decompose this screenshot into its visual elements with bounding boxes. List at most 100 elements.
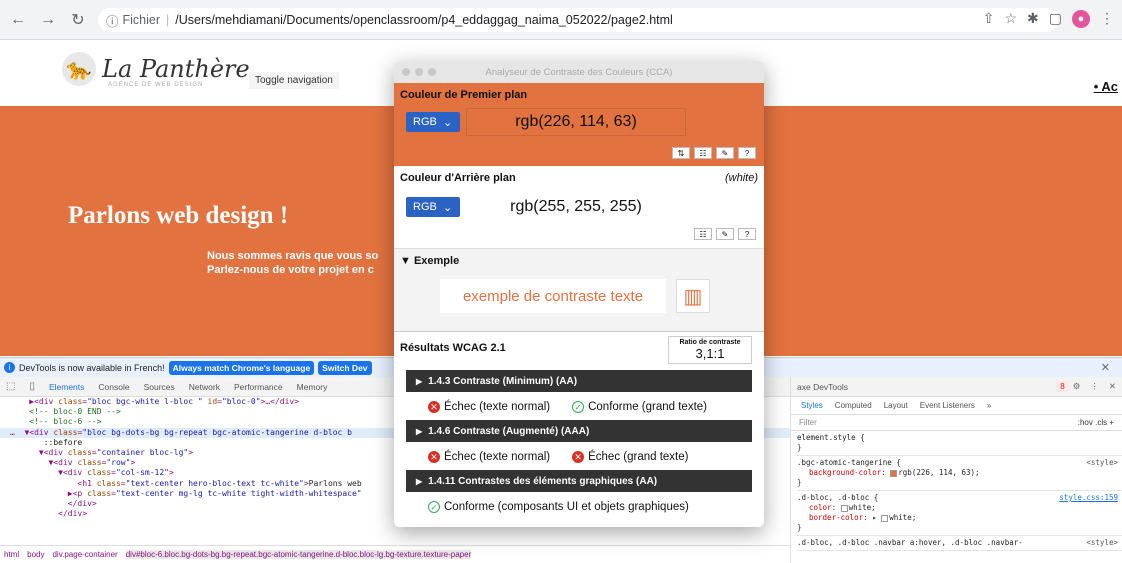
- tab-network[interactable]: Network: [189, 382, 220, 392]
- dom-line[interactable]: </div>: [10, 509, 87, 518]
- rule-close: }: [797, 523, 802, 532]
- eyedropper-icon[interactable]: ✎: [716, 228, 734, 240]
- dom-line[interactable]: ▼<div class="col-sm-12">: [10, 468, 174, 477]
- rule-source[interactable]: <style>: [1086, 458, 1118, 468]
- help-icon[interactable]: ?: [738, 228, 756, 240]
- dom-line[interactable]: ▼<div class="container bloc-lg">: [10, 448, 193, 457]
- hero-line-1: Nous sommes ravis que vous so: [207, 250, 379, 262]
- tab-layout[interactable]: Layout: [884, 401, 908, 410]
- sliders-icon[interactable]: ☷: [694, 228, 712, 240]
- switch-devtools-button[interactable]: Switch Dev: [318, 360, 372, 375]
- info-icon[interactable]: ⓘ: [106, 11, 119, 30]
- device-toggle-icon[interactable]: ▯: [29, 381, 35, 392]
- tab-event-listeners[interactable]: Event Listeners: [920, 401, 975, 410]
- styles-filter[interactable]: Filter :hov .cls +: [791, 415, 1122, 431]
- ratio-value: 3,1:1: [695, 346, 725, 361]
- side-panel-icon[interactable]: ▢: [1049, 10, 1062, 28]
- back-icon[interactable]: ←: [6, 8, 30, 32]
- axe-devtools-tab[interactable]: axe DevTools: [797, 382, 848, 392]
- more-options-icon[interactable]: ⋮: [1090, 381, 1099, 392]
- browser-window: ← → ↻ ⓘ Fichier | /Users/mehdiamani/Docu…: [0, 0, 1122, 563]
- share-icon[interactable]: ⇧: [983, 10, 995, 28]
- close-icon[interactable]: ✕: [1101, 361, 1110, 374]
- match-language-button[interactable]: Always match Chrome's language: [168, 360, 315, 375]
- inspect-element-icon[interactable]: ⬚: [6, 381, 15, 392]
- property-name: border-color:: [809, 513, 868, 522]
- sliders-icon[interactable]: ☷: [694, 147, 712, 159]
- breadcrumb-body[interactable]: body: [27, 550, 44, 559]
- dom-line[interactable]: <h1 class="text-center hero-bloc-text tc…: [10, 479, 361, 488]
- dom-line[interactable]: </div>: [10, 499, 97, 508]
- rule-property[interactable]: background-color: rgb(226, 114, 63);: [797, 468, 1116, 478]
- styles-pane-toolbar: axe DevTools 8 ⚙ ⋮ ✕: [791, 377, 1122, 397]
- criterion-title: 1.4.3 Contraste (Minimum) (AA): [428, 375, 578, 387]
- swap-colors-icon[interactable]: ⇅: [672, 147, 690, 159]
- tab-computed[interactable]: Computed: [835, 401, 872, 410]
- rule-property[interactable]: border-color: ▸ white;: [797, 513, 1116, 523]
- color-swatch[interactable]: [890, 469, 898, 477]
- expand-triangle-icon: ▶: [416, 476, 423, 486]
- forward-icon[interactable]: →: [36, 8, 60, 32]
- bookmark-star-icon[interactable]: ☆: [1004, 10, 1017, 28]
- criterion-1-4-3-header[interactable]: ▶ 1.4.3 Contraste (Minimum) (AA): [406, 370, 752, 392]
- dom-line[interactable]: ▼<div class="row">: [10, 458, 136, 467]
- dom-line[interactable]: ▶<div class="bloc bgc-white l-bloc " id=…: [10, 397, 299, 406]
- filter-input[interactable]: Filter: [799, 418, 817, 427]
- close-window-button[interactable]: [402, 68, 410, 76]
- filter-options[interactable]: :hov .cls +: [1078, 418, 1114, 427]
- foreground-section: Couleur de Premier plan RGB ⌄ rgb(226, 1…: [394, 83, 764, 166]
- pass-icon: ✓: [572, 401, 585, 413]
- color-swatch[interactable]: [881, 514, 889, 522]
- close-devtools-icon[interactable]: ✕: [1109, 381, 1116, 392]
- hero-title: Parlons web design !: [68, 202, 289, 229]
- rule-property[interactable]: color: white;: [797, 503, 1116, 513]
- cca-titlebar[interactable]: Analyseur de Contraste des Couleurs (CCA…: [394, 61, 764, 83]
- settings-gear-icon[interactable]: ⚙: [1073, 381, 1081, 392]
- error-count-badge[interactable]: 8: [1056, 381, 1069, 392]
- tab-styles[interactable]: Styles: [801, 401, 823, 410]
- profile-avatar[interactable]: ●: [1072, 10, 1090, 28]
- color-swatch[interactable]: [840, 504, 848, 512]
- chevron-down-icon: ⌄: [442, 116, 453, 129]
- background-format-select[interactable]: RGB ⌄: [406, 197, 460, 217]
- foreground-format-select[interactable]: RGB ⌄: [406, 112, 460, 132]
- criterion-1-4-11-header[interactable]: ▶ 1.4.11 Contrastes des éléments graphiqu…: [406, 470, 752, 492]
- maximize-window-button[interactable]: [428, 68, 436, 76]
- help-icon[interactable]: ?: [738, 147, 756, 159]
- url-separator: |: [166, 13, 170, 27]
- reload-icon[interactable]: ↻: [66, 8, 90, 32]
- address-bar[interactable]: ⓘ Fichier | /Users/mehdiamani/Documents/…: [98, 8, 1058, 32]
- logo-subtitle: AGENCE DE WEB DESIGN: [108, 82, 204, 88]
- tab-memory[interactable]: Memory: [297, 382, 328, 392]
- breadcrumb-html[interactable]: html: [4, 550, 19, 559]
- dom-comment: <!-- bloc-0 END -->: [10, 407, 121, 417]
- more-tabs-icon[interactable]: »: [987, 401, 991, 410]
- url-scheme: Fichier: [122, 13, 161, 27]
- property-value: white;: [848, 503, 876, 512]
- styles-tabs: Styles Computed Layout Event Listeners »: [791, 397, 1122, 415]
- tab-sources[interactable]: Sources: [144, 382, 175, 392]
- rule-source[interactable]: <style>: [1086, 538, 1118, 548]
- tab-elements[interactable]: Elements: [49, 382, 84, 392]
- background-color-input[interactable]: rgb(255, 255, 255): [466, 193, 686, 221]
- dom-line[interactable]: ▶<p class="text-center mg-lg tc-white ti…: [10, 489, 362, 498]
- property-name: background-color:: [809, 468, 886, 477]
- foreground-color-input[interactable]: rgb(226, 114, 63): [466, 108, 686, 136]
- eyedropper-icon[interactable]: ✎: [716, 147, 734, 159]
- ratio-label: Ratio de contraste: [679, 339, 741, 346]
- nav-link[interactable]: • Ac: [1094, 79, 1118, 94]
- example-toggle[interactable]: ▼ Exemple: [400, 255, 459, 267]
- hero-line-2: Parlez-nous de votre projet en c: [207, 264, 374, 276]
- toggle-navigation-button[interactable]: Toggle navigation: [249, 72, 339, 89]
- breadcrumb-page-container[interactable]: div.page-container: [52, 550, 117, 559]
- site-logo[interactable]: 🐆 La Panthère AGENCE DE WEB DESIGN: [62, 52, 250, 88]
- rule-source-link[interactable]: style.css:159: [1059, 493, 1118, 503]
- tab-console[interactable]: Console: [98, 382, 129, 392]
- criterion-1-4-6-header[interactable]: ▶ 1.4.6 Contraste (Augmenté) (AAA): [406, 420, 752, 442]
- tab-performance[interactable]: Performance: [234, 382, 283, 392]
- breadcrumb-bloc-6[interactable]: div#bloc-6.bloc.bg-dots-bg.bg-repeat.bgc…: [125, 550, 472, 559]
- menu-kebab-icon[interactable]: ⋮: [1100, 10, 1114, 28]
- background-tools: ☷ ✎ ?: [694, 228, 756, 240]
- extensions-icon[interactable]: ✱: [1027, 10, 1039, 28]
- minimize-window-button[interactable]: [415, 68, 423, 76]
